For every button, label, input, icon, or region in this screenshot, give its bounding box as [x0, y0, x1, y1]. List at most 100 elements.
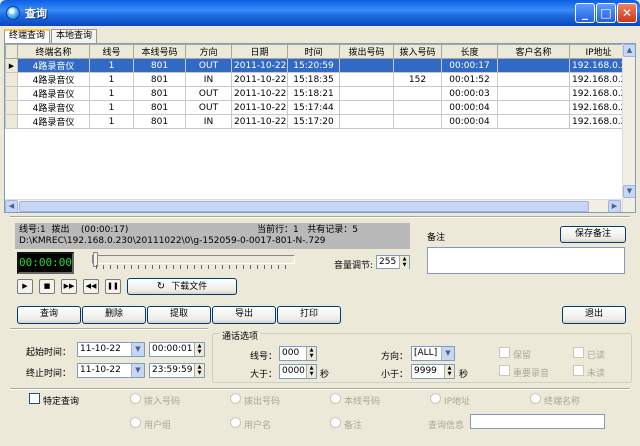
- radio-ip-address[interactable]: [430, 393, 441, 404]
- scroll-up-icon[interactable]: ▲: [623, 44, 635, 57]
- rewind-icon[interactable]: ◀◀: [83, 279, 99, 294]
- fast-forward-icon[interactable]: ▶▶: [61, 279, 77, 294]
- keep-checkbox[interactable]: [499, 347, 510, 358]
- direction-select[interactable]: [ALL] ▼: [411, 346, 455, 361]
- table-row[interactable]: 4路录音仪 1 801 OUT 2011-10-22 15:18:21 00:00:03 19…: [5, 86, 628, 101]
- less-than-field[interactable]: 9999 ▲ ▼: [411, 364, 455, 379]
- pause-icon[interactable]: ❚❚: [105, 279, 121, 294]
- col-header[interactable]: 客户名称: [497, 44, 570, 59]
- volume-spin-icon[interactable]: ▲ ▼: [399, 256, 409, 269]
- table-cell: 4路录音仪: [17, 86, 90, 101]
- empty-cell: [6, 143, 18, 157]
- print-button[interactable]: 打印: [277, 306, 341, 324]
- col-header[interactable]: 终端名称: [17, 44, 90, 59]
- scroll-down-icon[interactable]: ▼: [623, 185, 635, 198]
- maximize-button[interactable]: □: [596, 3, 616, 23]
- table-row[interactable]: 4路录音仪 1 801 OUT 2011-10-22 15:17:44 00:00:04 19…: [5, 100, 628, 115]
- scroll-left-icon[interactable]: ◀: [5, 200, 18, 212]
- table-cell: 2011-10-22: [231, 100, 288, 115]
- table-row[interactable]: 4路录音仪 1 801 IN 2011-10-22 15:18:35 152 00:01:52…: [5, 72, 628, 87]
- col-header[interactable]: 拨出号码: [339, 44, 394, 59]
- end-date-picker[interactable]: 11-10-22 ▼: [77, 363, 145, 378]
- export-button[interactable]: 导出: [212, 306, 276, 324]
- row-indicator[interactable]: [5, 72, 18, 87]
- radio-label: IP地址: [444, 397, 471, 407]
- tab-terminal-query[interactable]: 终端查询: [4, 29, 51, 44]
- radio-username[interactable]: [230, 417, 241, 428]
- playback-slider[interactable]: [92, 255, 295, 264]
- empty-cell: [498, 171, 570, 185]
- exit-button[interactable]: 退出: [562, 306, 626, 324]
- spin-icon[interactable]: ▲ ▼: [306, 365, 316, 378]
- table-cell: [497, 86, 570, 101]
- col-header[interactable]: 本线号码: [133, 44, 186, 59]
- col-header[interactable]: 时间: [287, 44, 340, 59]
- volume-field[interactable]: 255 ▲ ▼: [376, 255, 410, 269]
- table-cell: 192.168.0.23: [569, 72, 628, 87]
- row-indicator[interactable]: [5, 114, 18, 129]
- extract-button[interactable]: 提取: [147, 306, 211, 324]
- download-file-button[interactable]: ↻ 下载文件: [127, 278, 237, 295]
- col-header[interactable]: 日期: [231, 44, 288, 59]
- empty-cell: [18, 129, 90, 143]
- greater-than-field[interactable]: 0000 ▲ ▼: [279, 364, 317, 379]
- stop-icon[interactable]: ■: [39, 279, 55, 294]
- note-textarea[interactable]: [427, 247, 625, 274]
- col-header[interactable]: 长度: [441, 44, 498, 59]
- grid-horizontal-scrollbar[interactable]: ◀ ▶: [5, 199, 622, 212]
- radio-outbound-number[interactable]: [230, 393, 241, 404]
- line-number-field[interactable]: 000 ▲ ▼: [279, 346, 317, 361]
- minimize-button[interactable]: _: [575, 3, 595, 23]
- col-header[interactable]: 拨入号码: [393, 44, 442, 59]
- table-row[interactable]: 4路录音仪 1 801 IN 2011-10-22 15:17:20 00:00:04 192…: [5, 114, 628, 129]
- spin-icon[interactable]: ▲ ▼: [194, 343, 204, 356]
- chevron-down-icon[interactable]: ▼: [441, 347, 454, 360]
- col-header[interactable]: IP地址: [569, 44, 628, 59]
- tab-local-query[interactable]: 本地查询: [51, 29, 98, 43]
- specific-query-checkbox[interactable]: [29, 393, 40, 404]
- chevron-down-icon[interactable]: ▼: [131, 364, 144, 377]
- empty-cell: [6, 185, 18, 199]
- empty-row: [6, 129, 628, 143]
- play-icon[interactable]: ▶: [17, 279, 33, 294]
- radio-inbound-number[interactable]: [130, 393, 141, 404]
- radio-line-number[interactable]: [330, 393, 341, 404]
- grid-vertical-scrollbar[interactable]: ▲ ▼: [622, 44, 635, 212]
- scroll-thumb[interactable]: [19, 201, 589, 212]
- col-header[interactable]: 线号: [89, 44, 134, 59]
- query-info-field[interactable]: [470, 414, 605, 429]
- col-header[interactable]: 方向: [185, 44, 232, 59]
- empty-cell: [288, 143, 340, 157]
- table-cell: 15:17:44: [287, 100, 340, 115]
- start-time-picker[interactable]: 00:00:01 ▲ ▼: [149, 342, 205, 357]
- row-indicator[interactable]: [5, 100, 18, 115]
- radio-note[interactable]: [330, 417, 341, 428]
- empty-cell: [134, 185, 186, 199]
- records-grid[interactable]: 终端名称 线号 本线号码 方向 日期 时间 拨出号码 拨入号码 长度 客户名称 …: [4, 43, 636, 213]
- row-indicator[interactable]: ▶: [5, 58, 18, 73]
- scroll-right-icon[interactable]: ▶: [608, 200, 621, 212]
- start-date-picker[interactable]: 11-10-22 ▼: [77, 342, 145, 357]
- spin-icon[interactable]: ▲ ▼: [194, 364, 204, 377]
- empty-cell: [90, 157, 134, 171]
- playback-timer: 00:00:00: [17, 252, 74, 274]
- delete-button[interactable]: 删除: [82, 306, 146, 324]
- save-note-button[interactable]: 保存备注: [560, 226, 626, 243]
- empty-cell: [18, 171, 90, 185]
- important-label: 重要录音: [513, 369, 550, 379]
- radio-terminal-name[interactable]: [530, 393, 541, 404]
- close-button[interactable]: ✕: [617, 3, 637, 23]
- chevron-down-icon[interactable]: ▼: [131, 343, 144, 356]
- spin-icon[interactable]: ▲ ▼: [306, 347, 316, 360]
- query-button[interactable]: 查询: [17, 306, 81, 324]
- empty-cell: [570, 129, 628, 143]
- radio-user-group[interactable]: [130, 417, 141, 428]
- row-indicator[interactable]: [5, 86, 18, 101]
- spin-icon[interactable]: ▲ ▼: [444, 365, 454, 378]
- important-checkbox[interactable]: [499, 365, 510, 376]
- read-checkbox[interactable]: [573, 347, 584, 358]
- unread-checkbox[interactable]: [573, 365, 584, 376]
- table-row[interactable]: ▶ 4路录音仪 1 801 OUT 2011-10-22 15:20:59 00:00:17 1…: [5, 58, 628, 73]
- end-time-picker[interactable]: 23:59:59 ▲ ▼: [149, 363, 205, 378]
- divider: [10, 328, 208, 330]
